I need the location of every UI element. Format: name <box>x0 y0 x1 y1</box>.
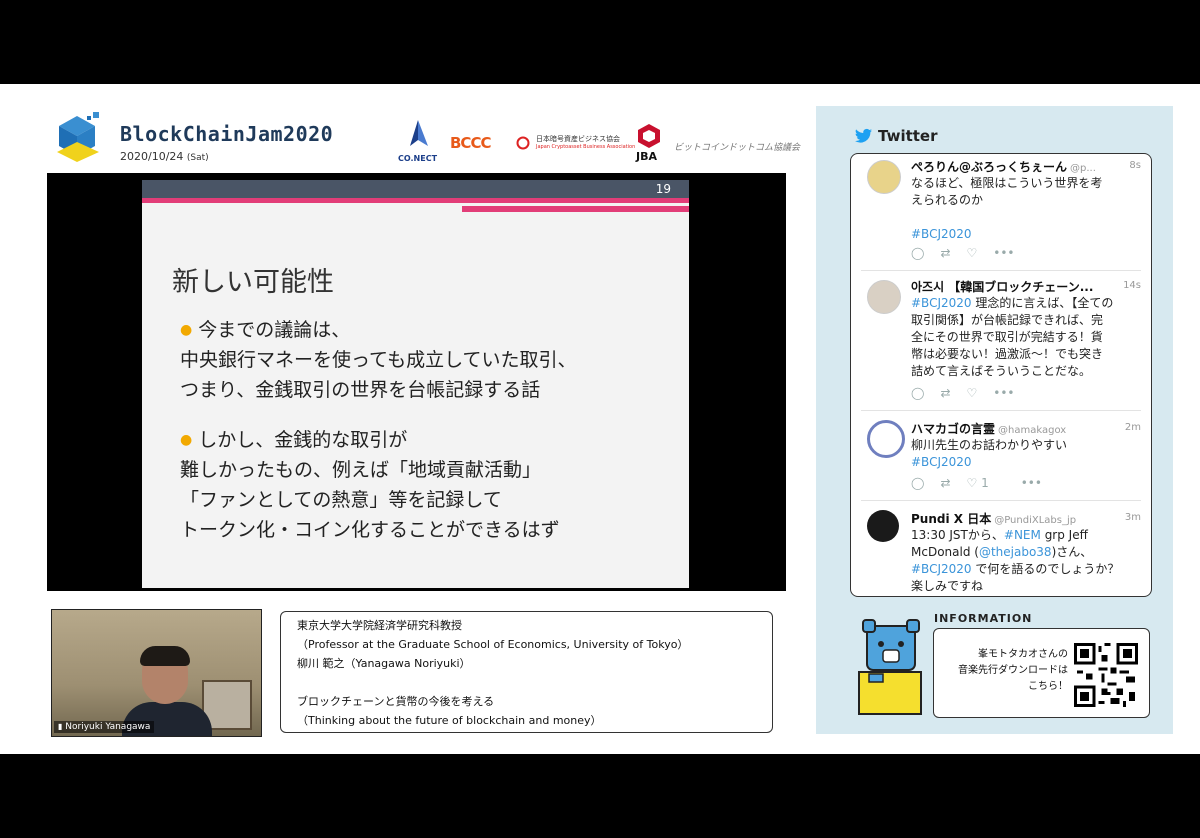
avatar[interactable] <box>867 420 905 458</box>
mascot-icon <box>858 619 922 715</box>
like-icon[interactable]: ♡ <box>967 246 978 260</box>
sponsor-jcba: 日本暗号資産ビジネス協会 <box>536 135 620 143</box>
like-count: 1 <box>981 476 989 490</box>
slide-bullet-line: つまり、金銭取引の世界を台帳記録する話 <box>180 379 541 401</box>
event-title: BlockChainJam2020 <box>120 122 334 146</box>
twitter-bird-icon <box>855 128 872 143</box>
slide-bullet-1: ● 今までの議論は、 <box>180 319 351 341</box>
tweet-text: #BCJ2020 理念的に言えば、【全ての 取引関係】が台帳記録できれば、完 全… <box>911 296 1114 378</box>
avatar[interactable] <box>867 160 901 194</box>
slide-bullet-line: 難しかったもの、例えば「地域貢献活動」 <box>180 459 542 481</box>
tweet-text: 柳川先生のお話わかりやすい #BCJ2020 <box>911 437 1139 471</box>
jba-logo-icon <box>638 124 660 148</box>
speaker-camera: ▮ Noriyuki Yanagawa <box>51 609 262 737</box>
slide-bullet-line: 中央銀行マネーを使っても成立していた取引、 <box>180 349 577 371</box>
mention-link[interactable]: @thejabo38 <box>979 545 1052 559</box>
hashtag-link[interactable]: #NEM <box>1004 528 1041 542</box>
retweet-icon[interactable]: ⇄ <box>940 246 950 260</box>
reply-icon[interactable]: ◯ <box>911 476 924 490</box>
blockchainjam-logo-icon <box>57 112 99 162</box>
slide-bullet-line: 「ファンとしての熱意」等を記録して <box>180 489 502 511</box>
sponsor-jcba-en: Japan Cryptoasset Business Association <box>536 144 636 150</box>
slide: 19 新しい可能性 ● 今までの議論は、 中央銀行マネーを使っても成立していた取引… <box>142 180 689 588</box>
information-title: INFORMATION <box>934 612 1033 625</box>
retweet-icon[interactable]: ⇄ <box>940 386 950 400</box>
avatar[interactable] <box>867 280 901 314</box>
like-icon[interactable]: ♡ <box>967 386 978 400</box>
event-date: 2020/10/24 (Sat) <box>120 150 209 163</box>
reply-icon[interactable]: ◯ <box>911 386 924 400</box>
caption-affiliation: 東京大学大学院経済学研究科教授 <box>297 619 462 632</box>
hashtag-link[interactable]: #BCJ2020 <box>911 296 972 310</box>
twitter-title: Twitter <box>878 127 938 145</box>
bullet-dot-icon: ● <box>180 322 193 338</box>
sponsor-bitcoin: ビットコインドットコム協議会 <box>674 143 801 153</box>
speaker-caption: 東京大学大学院経済学研究科教授 （Professor at the Gradua… <box>280 611 773 733</box>
slide-top-bar: 19 <box>142 180 689 198</box>
sponsor-logos: CO.NECT BCCC 日本暗号資産ビジネス協会 Japan Cryptoas… <box>398 120 800 164</box>
sponsor-bccc: BCCC <box>450 134 491 152</box>
tweet-actions: ◯ ⇄ ♡ ••• <box>911 246 1031 260</box>
more-icon[interactable]: ••• <box>993 386 1014 400</box>
avatar[interactable] <box>867 510 899 542</box>
tweet-text: 13:30 JSTから、#NEM grp Jeff McDonald (@the… <box>911 528 1120 593</box>
slide-heading: 新しい可能性 <box>172 267 334 298</box>
caption-affiliation-en: （Professor at the Graduate School of Eco… <box>297 638 689 651</box>
like-icon[interactable]: ♡ 1 <box>967 476 1005 490</box>
tweet-time: 2m <box>1124 422 1141 433</box>
caption-speaker-name: 柳川 範之（Yanagawa Noriyuki） <box>297 657 471 670</box>
tweet-author[interactable]: 아즈시 【韓国ブロックチェーン... <box>911 278 1093 295</box>
tweet-author[interactable]: Pundi X 日本 @PundiXLabs_jp <box>911 510 1076 527</box>
bullet-dot-icon: ● <box>180 432 193 448</box>
retweet-icon[interactable]: ⇄ <box>940 476 950 490</box>
hashtag-link[interactable]: #BCJ2020 <box>911 454 1139 471</box>
information-text: 峯モトタカオさんの 音楽先行ダウンロードは こちら！ <box>958 649 1068 692</box>
conect-logo-icon <box>410 120 428 146</box>
tweet-author[interactable]: ハマカゴの言霊 @hamakagox <box>911 420 1066 437</box>
tweet-actions: ◯ ⇄ ♡ ••• <box>911 386 1031 400</box>
tweet-time: 3m <box>1124 512 1141 523</box>
reply-icon[interactable]: ◯ <box>911 246 924 260</box>
slide-accent-line <box>462 206 689 212</box>
hashtag-link[interactable]: #BCJ2020 <box>911 562 972 576</box>
slide-bullet-2: ● しかし、金銭的な取引が <box>180 429 408 451</box>
tweet-time: 14s <box>1123 280 1141 291</box>
tweet-text: なるほど、極限はこういう世界を考 えられるのか #BCJ2020 <box>911 175 1139 243</box>
camera-name-label: ▮ Noriyuki Yanagawa <box>54 721 155 733</box>
tweet-actions: ◯ ⇄ ♡ 1 ••• <box>911 476 1058 490</box>
sponsor-conect: CO.NECT <box>398 154 438 163</box>
more-icon[interactable]: ••• <box>1021 476 1042 490</box>
caption-talk-title-en: （Thinking about the future of blockchain… <box>297 714 602 727</box>
signal-icon: ▮ <box>58 722 63 731</box>
slide-accent-line <box>142 198 689 203</box>
more-icon[interactable]: ••• <box>993 246 1014 260</box>
sponsor-jba: JBA <box>636 150 657 163</box>
slide-page-number: 19 <box>655 182 671 196</box>
slide-bullet-line: トークン化・コイン化することができるはず <box>180 519 560 541</box>
caption-talk-title: ブロックチェーンと貨幣の今後を考える <box>297 695 495 708</box>
hashtag-link[interactable]: #BCJ2020 <box>911 226 1139 243</box>
information-box[interactable]: 峯モトタカオさんの 音楽先行ダウンロードは こちら！ <box>933 628 1150 718</box>
tweet-time: 8s <box>1129 160 1141 171</box>
qr-code-icon[interactable] <box>1074 643 1138 707</box>
twitter-feed[interactable]: ぺろりん@ぶろっくちぇーん @p... 8s なるほど、極限はこういう世界を考 え… <box>850 153 1152 597</box>
tweet-author[interactable]: ぺろりん@ぶろっくちぇーん @p... <box>911 158 1096 175</box>
jcba-logo-icon <box>516 136 530 150</box>
